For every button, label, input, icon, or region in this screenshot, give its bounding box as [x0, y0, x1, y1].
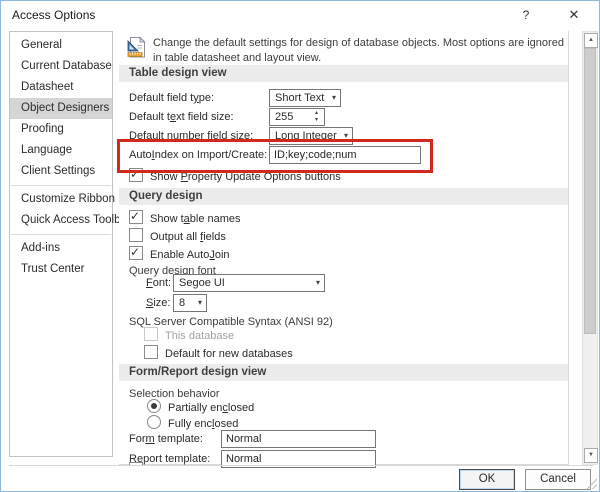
section-header-form-report-design-view: Form/Report design view — [119, 364, 568, 381]
form-template-input[interactable] — [221, 430, 376, 448]
sidebar-divider — [11, 234, 111, 235]
section-header-table-design-view: Table design view — [119, 65, 568, 82]
check-icon: ✓ — [130, 165, 140, 183]
form-template-label: Form template: — [129, 433, 203, 445]
chevron-down-icon: ▾ — [344, 128, 348, 144]
default-text-field-size-label: Default text field size: — [129, 111, 234, 123]
sidebar-item-datasheet[interactable]: Datasheet — [10, 77, 112, 98]
autoindex-input[interactable] — [269, 146, 421, 164]
default-for-new-databases-row: ✓ Default for new databases — [144, 345, 293, 363]
default-number-field-size-label: Default number field size: — [129, 130, 253, 142]
output-all-fields-row: ✓Output all fields — [129, 228, 226, 246]
form-template-row: Form template: — [129, 430, 568, 448]
chevron-down-icon: ▾ — [198, 295, 202, 311]
scrollbar-thumb[interactable] — [584, 48, 596, 334]
autoindex-label: AutoIndex on Import/Create: — [129, 149, 267, 161]
default-field-type-dropdown[interactable]: Short Text▾ — [269, 89, 341, 107]
vertical-scrollbar[interactable]: ▲ ▼ — [582, 31, 598, 465]
spinner-down-icon[interactable]: ▾ — [312, 117, 321, 124]
design-objects-icon — [126, 36, 149, 62]
title-bar: Access Options ? ✕ — [1, 1, 599, 28]
this-database-label: This database — [165, 330, 234, 342]
sidebar-divider — [11, 185, 111, 186]
sidebar-item-general[interactable]: General — [10, 35, 112, 56]
sidebar-item-object-designers[interactable]: Object Designers — [10, 98, 112, 119]
query-font-size-row: Size: 8▾ — [146, 294, 568, 312]
default-text-field-size-row: Default text field size: 255▴▾ — [129, 108, 568, 126]
show-table-names-checkbox[interactable]: ✓ — [129, 210, 143, 224]
size-label: Size: — [146, 297, 170, 309]
help-icon[interactable]: ? — [511, 5, 541, 25]
default-field-type-row: Default field type: Short Text▾ — [129, 89, 568, 107]
scroll-down-icon[interactable]: ▼ — [584, 448, 598, 463]
footer-separator — [9, 465, 593, 466]
font-label: Font: — [146, 277, 171, 289]
sidebar-item-quick-access-toolbar[interactable]: Quick Access Toolbar — [10, 210, 112, 231]
autoindex-row: AutoIndex on Import/Create: — [129, 146, 568, 164]
sidebar-item-client-settings[interactable]: Client Settings — [10, 161, 112, 182]
show-property-update-checkbox[interactable]: ✓ — [129, 168, 143, 182]
sidebar-item-add-ins[interactable]: Add-ins — [10, 238, 112, 259]
section-header-query-design: Query design — [119, 188, 568, 205]
default-for-new-databases-label: Default for new databases — [165, 348, 293, 360]
options-sidebar: General Current Database Datasheet Objec… — [9, 31, 113, 457]
chevron-down-icon: ▾ — [332, 90, 336, 106]
object-designers-panel: Change the default settings for design o… — [119, 31, 569, 465]
partially-enclosed-radio[interactable] — [147, 399, 161, 413]
default-for-new-databases-checkbox[interactable]: ✓ — [144, 345, 158, 359]
show-property-update-row: ✓ Show Property Update Options buttons — [129, 168, 568, 186]
sidebar-item-customize-ribbon[interactable]: Customize Ribbon — [10, 189, 112, 210]
show-property-update-label: Show Property Update Options buttons — [150, 171, 341, 183]
dialog-title: Access Options — [12, 8, 95, 22]
check-icon: ✓ — [130, 207, 140, 225]
output-all-fields-checkbox[interactable]: ✓ — [129, 228, 143, 242]
fully-enclosed-radio[interactable] — [147, 415, 161, 429]
chevron-down-icon: ▾ — [316, 275, 320, 291]
spinner-up-icon[interactable]: ▴ — [312, 110, 321, 117]
default-number-field-size-dropdown[interactable]: Long Integer▾ — [269, 127, 353, 145]
ok-button[interactable]: OK — [459, 469, 515, 490]
query-font-size-dropdown[interactable]: 8▾ — [173, 294, 207, 312]
sidebar-item-current-database[interactable]: Current Database — [10, 56, 112, 77]
access-options-dialog: Access Options ? ✕ General Current Datab… — [0, 0, 600, 492]
query-font-dropdown[interactable]: Segoe UI▾ — [173, 274, 325, 292]
sidebar-item-proofing[interactable]: Proofing — [10, 119, 112, 140]
this-database-row: ✓ This database — [144, 327, 234, 345]
default-number-field-size-row: Default number field size: Long Integer▾ — [129, 127, 568, 145]
cancel-button[interactable]: Cancel — [525, 469, 591, 490]
close-icon[interactable]: ✕ — [559, 5, 589, 25]
query-font-row: Font: Segoe UI▾ — [146, 274, 568, 292]
show-table-names-row: ✓Show table names — [129, 210, 241, 228]
enable-autojoin-checkbox[interactable]: ✓ — [129, 246, 143, 260]
this-database-checkbox: ✓ — [144, 327, 158, 341]
default-field-type-label: Default field type: — [129, 92, 214, 104]
scroll-up-icon[interactable]: ▲ — [584, 33, 598, 48]
default-text-field-size-stepper[interactable]: 255▴▾ — [269, 108, 325, 126]
sidebar-item-language[interactable]: Language — [10, 140, 112, 161]
check-icon: ✓ — [130, 243, 140, 261]
panel-description: Change the default settings for design o… — [153, 36, 573, 66]
sidebar-item-trust-center[interactable]: Trust Center — [10, 259, 112, 280]
